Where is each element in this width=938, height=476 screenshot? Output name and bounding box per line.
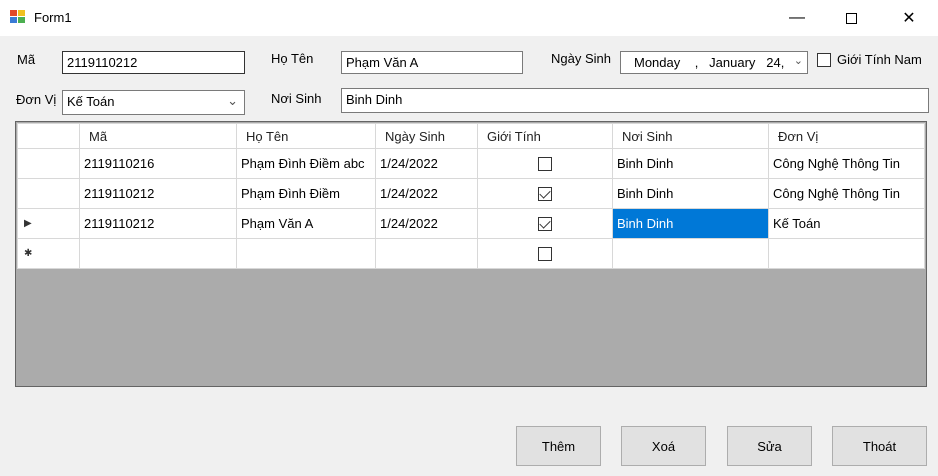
window-title: Form1 bbox=[34, 10, 72, 25]
cell-ngaysinh[interactable]: 1/24/2022 bbox=[375, 208, 478, 239]
cell-noisinh[interactable]: Binh Dinh bbox=[612, 148, 769, 179]
donvi-label: Đơn Vị bbox=[16, 92, 57, 107]
row-header-corner bbox=[17, 123, 80, 149]
cell-ma[interactable]: 2119110212 bbox=[79, 178, 237, 209]
cell-donvi[interactable]: Công Nghệ Thông Tin bbox=[768, 148, 925, 179]
cell-noisinh-selected[interactable]: Binh Dinh bbox=[612, 208, 769, 239]
noisinh-label: Nơi Sinh bbox=[271, 91, 322, 106]
column-header-ngaysinh[interactable]: Ngày Sinh bbox=[375, 123, 478, 149]
cell-ma[interactable]: 2119110212 bbox=[79, 208, 237, 239]
cell-gioitinh[interactable] bbox=[477, 208, 613, 239]
app-icon bbox=[10, 10, 25, 23]
hoten-label: Họ Tên bbox=[271, 51, 314, 66]
cell-hoten[interactable]: Phạm Đình Điềm bbox=[236, 178, 376, 209]
close-icon: ✕ bbox=[902, 10, 916, 27]
ngaysinh-value: Monday , January 24, bbox=[634, 55, 785, 70]
maximize-button[interactable] bbox=[828, 0, 874, 36]
table-row-new[interactable]: ✱ bbox=[17, 238, 925, 269]
cell-donvi[interactable] bbox=[768, 238, 925, 269]
ngaysinh-label: Ngày Sinh bbox=[551, 51, 611, 66]
cell-hoten[interactable] bbox=[236, 238, 376, 269]
minimize-button[interactable]: — bbox=[774, 0, 820, 36]
cell-noisinh[interactable]: Binh Dinh bbox=[612, 178, 769, 209]
column-header-gioitinh[interactable]: Giới Tính bbox=[477, 123, 613, 149]
cell-gioitinh[interactable] bbox=[477, 148, 613, 179]
cell-hoten[interactable]: Phạm Đình Điềm abc bbox=[236, 148, 376, 179]
close-button[interactable]: ✕ bbox=[886, 0, 932, 36]
gioitinh-cell-checkbox[interactable] bbox=[538, 157, 552, 172]
row-header[interactable]: ✱ bbox=[17, 238, 80, 269]
row-header[interactable]: ▶ bbox=[17, 208, 80, 239]
chevron-down-icon: ⌄ bbox=[793, 55, 803, 67]
checkbox-box[interactable] bbox=[817, 52, 831, 67]
current-row-icon: ▶ bbox=[24, 218, 32, 229]
them-button[interactable]: Thêm bbox=[516, 426, 601, 466]
cell-ngaysinh[interactable]: 1/24/2022 bbox=[375, 178, 478, 209]
table-row[interactable]: 2119110216 Phạm Đình Điềm abc 1/24/2022 … bbox=[17, 148, 925, 179]
xoa-button[interactable]: Xoá bbox=[621, 426, 706, 466]
column-header-ma[interactable]: Mã bbox=[79, 123, 237, 149]
cell-hoten[interactable]: Phạm Văn A bbox=[236, 208, 376, 239]
noisinh-input[interactable]: Binh Dinh bbox=[341, 88, 929, 113]
row-header[interactable] bbox=[17, 148, 80, 179]
column-header-hoten[interactable]: Họ Tên bbox=[236, 123, 376, 149]
maximize-icon bbox=[845, 12, 857, 24]
cell-gioitinh[interactable] bbox=[477, 178, 613, 209]
row-header[interactable] bbox=[17, 178, 80, 209]
gioitinh-cell-checkbox[interactable] bbox=[538, 187, 552, 202]
column-header-noisinh[interactable]: Nơi Sinh bbox=[612, 123, 769, 149]
sua-button[interactable]: Sửa bbox=[727, 426, 812, 466]
ma-input[interactable]: 2119110212 bbox=[62, 51, 245, 74]
cell-donvi[interactable]: Công Nghệ Thông Tin bbox=[768, 178, 925, 209]
hoten-input[interactable]: Phạm Văn A bbox=[341, 51, 523, 74]
donvi-value: Kế Toán bbox=[67, 94, 115, 109]
cell-donvi[interactable]: Kế Toán bbox=[768, 208, 925, 239]
cell-gioitinh[interactable] bbox=[477, 238, 613, 269]
ma-label: Mã bbox=[17, 52, 36, 67]
grid-header-row: Mã Họ Tên Ngày Sinh Giới Tính Nơi Sinh Đ… bbox=[17, 123, 925, 149]
cell-ma[interactable] bbox=[79, 238, 237, 269]
minimize-icon: — bbox=[789, 9, 805, 26]
data-grid[interactable]: Mã Họ Tên Ngày Sinh Giới Tính Nơi Sinh Đ… bbox=[15, 121, 927, 387]
chevron-down-icon: ⌄ bbox=[227, 93, 238, 108]
gioitinh-checkbox[interactable]: Giới Tính Nam bbox=[817, 52, 922, 67]
new-row-icon: ✱ bbox=[24, 248, 33, 259]
ngaysinh-datepicker[interactable]: Monday , January 24, ⌄ bbox=[620, 51, 808, 74]
gioitinh-label: Giới Tính Nam bbox=[837, 52, 922, 67]
table-row-current[interactable]: ▶ 2119110212 Phạm Văn A 1/24/2022 Binh D… bbox=[17, 208, 925, 239]
gioitinh-cell-checkbox[interactable] bbox=[538, 217, 552, 232]
cell-ngaysinh[interactable] bbox=[375, 238, 478, 269]
title-bar: Form1 — ✕ bbox=[0, 0, 938, 36]
cell-ngaysinh[interactable]: 1/24/2022 bbox=[375, 148, 478, 179]
cell-noisinh[interactable] bbox=[612, 238, 769, 269]
thoat-button[interactable]: Thoát bbox=[832, 426, 927, 466]
table-row[interactable]: 2119110212 Phạm Đình Điềm 1/24/2022 Binh… bbox=[17, 178, 925, 209]
gioitinh-cell-checkbox[interactable] bbox=[538, 247, 552, 262]
cell-ma[interactable]: 2119110216 bbox=[79, 148, 237, 179]
donvi-select[interactable]: Kế Toán ⌄ bbox=[62, 90, 245, 115]
column-header-donvi[interactable]: Đơn Vị bbox=[768, 123, 925, 149]
